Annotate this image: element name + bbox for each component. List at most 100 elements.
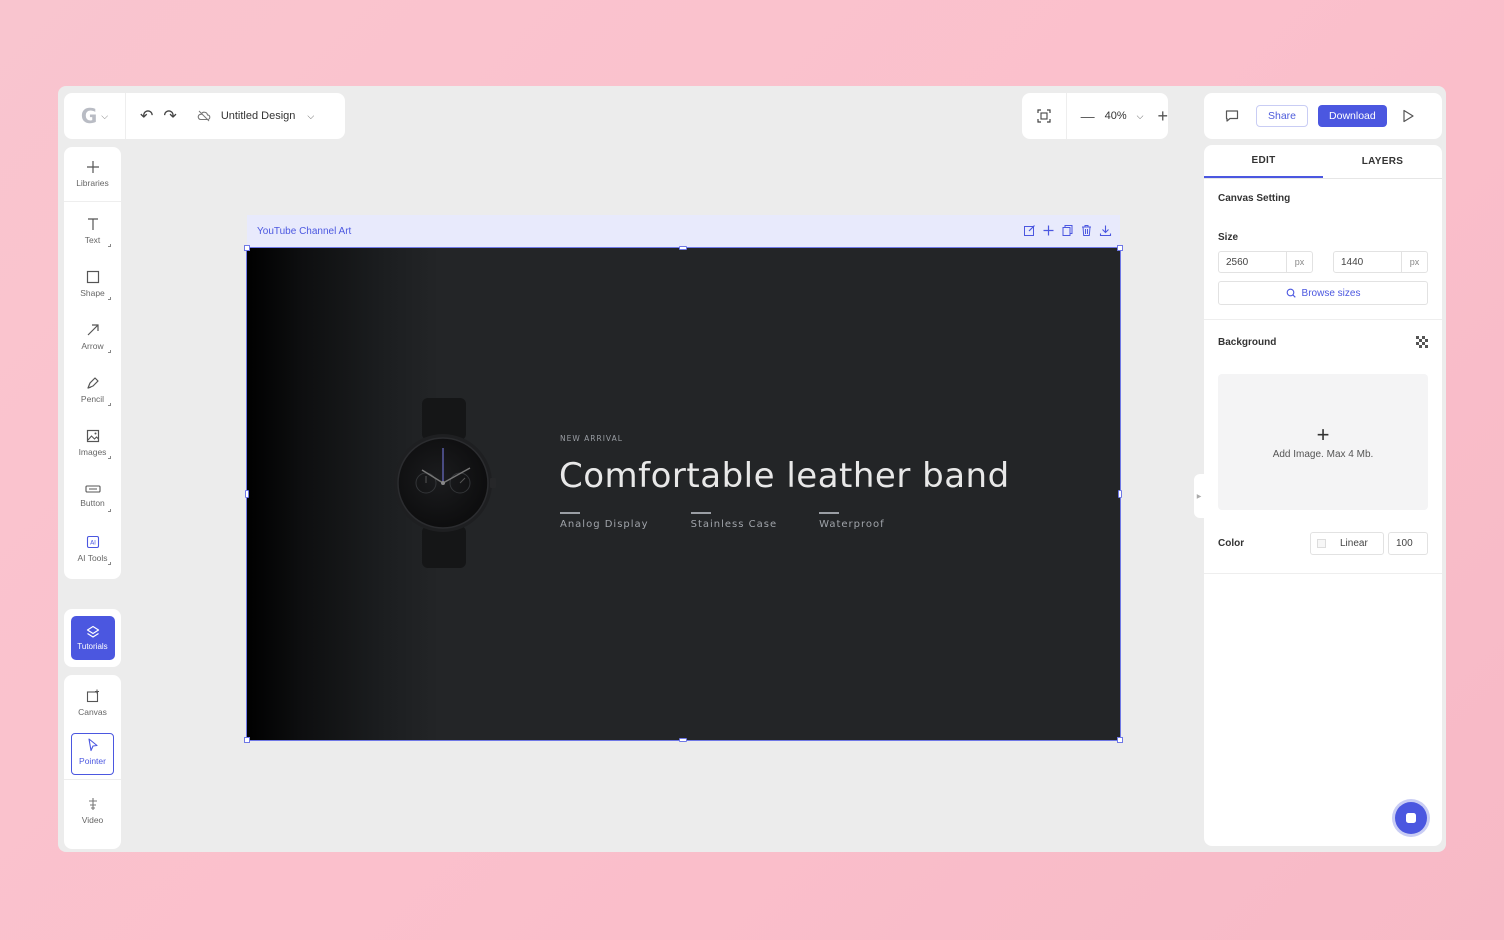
width-value[interactable]: 2560 xyxy=(1219,257,1286,268)
unit-label: px xyxy=(1286,252,1312,272)
resize-handle-top-left[interactable] xyxy=(244,245,250,251)
ai-icon: AI xyxy=(86,535,99,548)
zoom-out-icon[interactable]: — xyxy=(1081,108,1095,124)
resize-handle-bottom[interactable] xyxy=(679,738,687,742)
submenu-corner-icon xyxy=(108,350,111,353)
tutorials-button[interactable]: Tutorials xyxy=(70,616,115,660)
left-toolbar: Libraries Text Shape Arrow Pencil Images xyxy=(64,147,121,579)
frame-actions xyxy=(1023,224,1112,237)
app-menu-button[interactable]: G ⌵ xyxy=(64,93,126,139)
browse-sizes-button[interactable]: Browse sizes xyxy=(1218,281,1428,305)
width-field[interactable]: 2560 px xyxy=(1218,251,1313,273)
comment-icon[interactable] xyxy=(1224,108,1240,124)
color-swatch[interactable] xyxy=(1317,539,1326,548)
tab-layers[interactable]: LAYERS xyxy=(1323,145,1442,178)
collapse-panel-button[interactable]: ▶ xyxy=(1194,474,1204,518)
arrow-icon xyxy=(87,323,99,335)
duplicate-icon[interactable] xyxy=(1061,224,1074,237)
chevron-down-icon[interactable]: ⌵ xyxy=(307,111,314,122)
download-button[interactable]: Download xyxy=(1318,105,1387,127)
tool-label: Arrow xyxy=(81,340,104,351)
unit-label: px xyxy=(1401,252,1427,272)
chat-support-button[interactable] xyxy=(1395,802,1427,834)
tool-button[interactable]: Button xyxy=(64,469,121,522)
resize-handle-bottom-right[interactable] xyxy=(1117,737,1123,743)
submenu-corner-icon xyxy=(108,297,111,300)
submenu-corner-icon xyxy=(108,509,111,512)
layers-icon xyxy=(86,625,99,638)
play-icon[interactable] xyxy=(1401,109,1415,123)
svg-text:AI: AI xyxy=(90,539,96,546)
image-icon xyxy=(86,429,99,442)
gradient-mode-select[interactable]: Linear xyxy=(1310,532,1384,555)
gradient-mode-value: Linear xyxy=(1340,538,1368,549)
color-label: Color xyxy=(1218,538,1245,549)
dropzone-text: Add Image. Max 4 Mb. xyxy=(1272,448,1374,460)
undo-icon[interactable]: ↶ xyxy=(140,106,153,126)
download-icon[interactable] xyxy=(1099,224,1112,237)
color-row: Color Linear 100 xyxy=(1218,532,1428,555)
share-button[interactable]: Share xyxy=(1256,105,1309,127)
canvas-icon xyxy=(86,689,99,703)
zoom-level[interactable]: 40% xyxy=(1105,110,1127,122)
resize-handle-bottom-left[interactable] xyxy=(244,737,250,743)
chevron-down-icon[interactable]: ⌵ xyxy=(1137,111,1144,122)
transparent-pattern-icon[interactable] xyxy=(1416,336,1428,348)
artboard[interactable]: NEW ARRIVAL Comfortable leather band Ana… xyxy=(244,245,1123,743)
height-field[interactable]: 1440 px xyxy=(1333,251,1428,273)
tool-pointer[interactable]: Pointer xyxy=(71,733,114,775)
feature-item[interactable]: Analog Display xyxy=(560,512,649,530)
tool-video[interactable]: Video xyxy=(64,779,121,841)
tab-edit[interactable]: EDIT xyxy=(1204,145,1323,178)
document-title[interactable]: Untitled Design xyxy=(221,110,296,122)
add-icon[interactable] xyxy=(1042,224,1055,237)
plus-icon: + xyxy=(1316,421,1330,447)
chevron-down-icon: ⌵ xyxy=(101,110,109,121)
opacity-input[interactable]: 100 xyxy=(1388,532,1428,555)
zoom-toolbar: — 40% ⌵ + xyxy=(1022,93,1168,139)
top-left-toolbar: G ⌵ ↶ ↷ Untitled Design ⌵ xyxy=(64,93,345,139)
background-section: Background + Add Image. Max 4 Mb. Color xyxy=(1204,320,1442,574)
tool-text[interactable]: Text xyxy=(64,204,121,257)
tool-arrow[interactable]: Arrow xyxy=(64,310,121,363)
resize-handle-right[interactable] xyxy=(1118,490,1122,498)
edit-icon[interactable] xyxy=(1023,224,1036,237)
editor-app: G ⌵ ↶ ↷ Untitled Design ⌵ — 40% ⌵ + Shar… xyxy=(58,86,1446,852)
watch-image[interactable] xyxy=(392,398,502,573)
zoom-in-icon[interactable]: + xyxy=(1157,106,1168,127)
tool-label: Images xyxy=(78,446,107,457)
feature-label: Waterproof xyxy=(819,519,885,530)
tool-shape[interactable]: Shape xyxy=(64,257,121,310)
resize-handle-left[interactable] xyxy=(245,490,249,498)
feature-item[interactable]: Stainless Case xyxy=(690,512,778,530)
tool-canvas[interactable]: Canvas xyxy=(64,675,121,731)
add-image-dropzone[interactable]: + Add Image. Max 4 Mb. xyxy=(1218,374,1428,510)
button-icon xyxy=(84,484,101,493)
tool-label: Pointer xyxy=(79,756,106,766)
tool-libraries[interactable]: Libraries xyxy=(64,147,121,202)
tool-label: Text xyxy=(84,234,101,245)
feature-item[interactable]: Waterproof xyxy=(819,512,885,530)
redo-icon[interactable]: ↷ xyxy=(163,106,176,126)
resize-handle-top-right[interactable] xyxy=(1117,245,1123,251)
canvas-setting-title: Canvas Setting xyxy=(1218,193,1291,204)
plus-icon xyxy=(86,161,99,173)
top-right-toolbar: Share Download xyxy=(1204,93,1442,139)
tutorials-panel: Tutorials xyxy=(64,609,121,667)
tool-label: Button xyxy=(80,497,105,508)
resize-handle-top[interactable] xyxy=(679,246,687,250)
tool-pencil[interactable]: Pencil xyxy=(64,363,121,416)
submenu-corner-icon xyxy=(108,244,111,247)
eyebrow-text[interactable]: NEW ARRIVAL xyxy=(560,434,623,443)
fit-to-screen-icon[interactable] xyxy=(1022,93,1067,139)
frame-header[interactable]: YouTube Channel Art xyxy=(247,215,1120,248)
background-header: Background xyxy=(1218,336,1428,348)
tool-images[interactable]: Images xyxy=(64,416,121,469)
frame-title[interactable]: YouTube Channel Art xyxy=(257,226,351,237)
headline-text[interactable]: Comfortable leather band xyxy=(559,456,1010,496)
trash-icon[interactable] xyxy=(1080,224,1093,237)
height-value[interactable]: 1440 xyxy=(1334,257,1401,268)
tool-label: Tutorials xyxy=(77,642,108,651)
tool-ai-tools[interactable]: AI AI Tools xyxy=(64,522,121,575)
feature-divider xyxy=(560,512,580,514)
